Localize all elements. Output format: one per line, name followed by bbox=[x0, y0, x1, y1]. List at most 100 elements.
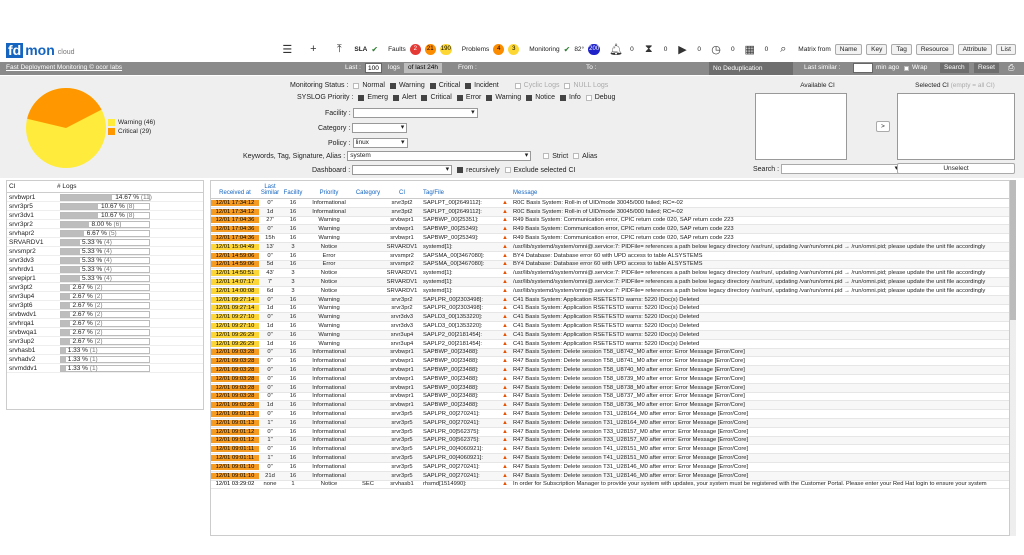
log-row[interactable]: 12/01 09:03:28 0" 16 Informational srvbwpr1 S… bbox=[211, 357, 1009, 367]
problems-label[interactable]: Problems bbox=[462, 46, 489, 53]
wrap-checkbox[interactable] bbox=[904, 66, 909, 71]
syslog-info-checkbox[interactable] bbox=[560, 94, 567, 101]
ci-stats-row[interactable]: srvhrdv1 5.33 % (4) bbox=[7, 265, 203, 274]
ci-stats-row[interactable]: srvr3pr5 10.67 % (8) bbox=[7, 202, 203, 211]
matrix-resource-button[interactable]: Resource bbox=[915, 43, 954, 55]
log-row[interactable]: 12/01 09:03:28 1d 16 Informational srvbwpr1 S… bbox=[211, 401, 1009, 411]
search-icon[interactable]: ⌕ bbox=[777, 43, 789, 56]
ci-stats-row[interactable]: srvr3dv1 10.67 % (8) bbox=[7, 211, 203, 220]
ci-stats-row[interactable]: srvhrqa1 2.67 % (2) bbox=[7, 319, 203, 328]
matrix-key-button[interactable]: Key bbox=[866, 43, 888, 55]
log-row[interactable]: 12/01 09:01:13 1" 16 Informational srvr3pr5 S… bbox=[211, 418, 1009, 428]
log-row[interactable]: 12/01 17:04:36 27' 16 Warning srvbwpr1 SAPBWP… bbox=[211, 217, 1009, 226]
faults-major-badge[interactable]: 21 bbox=[424, 43, 436, 55]
log-row[interactable]: 12/01 14:59:06 5d 16 Error srvsmpr2 SAPSMA_00… bbox=[211, 260, 1009, 270]
scrollbar-thumb[interactable] bbox=[1010, 180, 1016, 320]
log-row[interactable]: 12/01 09:27:14 1d 16 Warning srvr3pr2 SAPLPR_… bbox=[211, 305, 1009, 314]
reset-button[interactable]: Reset bbox=[974, 63, 999, 73]
col-last-similar[interactable]: Last Similar bbox=[259, 184, 281, 196]
faults-label[interactable]: Faults bbox=[388, 46, 406, 53]
syslog-emerg-checkbox[interactable] bbox=[358, 94, 365, 101]
syslog-critical-checkbox[interactable] bbox=[421, 94, 428, 101]
play-icon[interactable]: ▶ bbox=[676, 43, 688, 56]
ci-stats-row[interactable]: SRVARDV1 5.33 % (4) bbox=[7, 238, 203, 247]
status-normal-checkbox[interactable] bbox=[353, 82, 360, 89]
upload-icon[interactable]: ⤒ bbox=[333, 43, 345, 56]
syslog-notice-checkbox[interactable] bbox=[526, 94, 533, 101]
bell-icon[interactable]: 🔔︎ bbox=[609, 43, 623, 56]
ci-stats-row[interactable]: srvr3dv3 5.33 % (4) bbox=[7, 256, 203, 265]
ci-stats-row[interactable]: srvr3up2 2.67 % (2) bbox=[7, 337, 203, 346]
hourglass-icon[interactable]: ⧗ bbox=[643, 43, 655, 56]
ci-search-input[interactable] bbox=[781, 164, 902, 174]
status-incident-checkbox[interactable] bbox=[465, 82, 472, 89]
keywords-input[interactable]: system bbox=[347, 151, 532, 161]
category-select[interactable] bbox=[352, 123, 408, 133]
app-logo[interactable]: fd mon cloud bbox=[6, 42, 75, 58]
matrix-name-button[interactable]: Name bbox=[834, 43, 863, 55]
log-row[interactable]: 12/01 09:01:10 0" 16 Informational srvr3pr5 S… bbox=[211, 463, 1009, 472]
log-row[interactable]: 12/01 09:03:28 0" 16 Informational srvbwpr1 S… bbox=[211, 375, 1009, 384]
print-icon[interactable]: ⎙ bbox=[1008, 63, 1014, 73]
log-row[interactable]: 12/01 09:27:14 0" 16 Warning srvr3pr2 SAPLPR_… bbox=[211, 295, 1009, 305]
col-tag-file[interactable]: Tag/File bbox=[421, 190, 499, 196]
last-count-input[interactable]: 100 bbox=[365, 63, 382, 73]
log-row[interactable]: 12/01 17:04:36 15h 16 Warning srvbwpr1 SAPBWP… bbox=[211, 234, 1009, 243]
matrix-tag-button[interactable]: Tag bbox=[891, 43, 912, 55]
ci-stats-row[interactable]: srvhadv2 1.33 % (1) bbox=[7, 355, 203, 364]
monitoring-label[interactable]: Monitoring bbox=[529, 46, 559, 53]
to-label[interactable]: To : bbox=[586, 64, 596, 71]
problems-major-badge[interactable]: 4 bbox=[493, 43, 505, 55]
ci-stats-row[interactable]: srvr3pt2 2.67 % (2) bbox=[7, 283, 203, 292]
cyclic-logs-checkbox[interactable] bbox=[514, 82, 521, 89]
col-received[interactable]: Received at bbox=[211, 190, 259, 196]
ci-stats-row[interactable]: srvr3up4 2.67 % (2) bbox=[7, 292, 203, 301]
log-row[interactable]: 12/01 09:01:12 0" 16 Informational srvr3pr5 S… bbox=[211, 428, 1009, 437]
null-logs-checkbox[interactable] bbox=[564, 82, 571, 89]
add-icon[interactable]: + bbox=[307, 43, 319, 55]
syslog-debug-checkbox[interactable] bbox=[585, 94, 592, 101]
matrix-list-button[interactable]: List bbox=[995, 43, 1016, 55]
available-ci-list[interactable] bbox=[755, 93, 847, 160]
clock-icon[interactable]: ◷ bbox=[710, 43, 722, 56]
col-category[interactable]: Category bbox=[353, 190, 383, 196]
ci-stats-row[interactable]: srvhasb1 1.33 % (1) bbox=[7, 346, 203, 355]
log-row[interactable]: 12/01 09:03:28 0" 16 Informational srvbwpr1 S… bbox=[211, 366, 1009, 375]
faults-minor-badge[interactable]: 190 bbox=[439, 43, 452, 55]
col-priority[interactable]: Priority bbox=[305, 190, 353, 196]
monitoring-count-badge[interactable]: 200 bbox=[588, 43, 601, 55]
syslog-alert-checkbox[interactable] bbox=[393, 94, 400, 101]
alias-checkbox[interactable] bbox=[573, 153, 580, 159]
log-row[interactable]: 12/01 09:26:29 1d 16 Warning srvr3up4 SAPLP2_… bbox=[211, 340, 1009, 349]
log-row[interactable]: 12/01 17:34:12 1d 16 Informational srvr3pt2 S… bbox=[211, 207, 1009, 217]
selected-ci-list[interactable] bbox=[897, 93, 1015, 160]
log-row[interactable]: 12/01 17:34:12 0" 16 Informational srvr3pt2 S… bbox=[211, 199, 1009, 208]
log-row[interactable]: 12/01 09:27:10 1d 16 Warning srvr3dv3 SAPLD3_… bbox=[211, 322, 1009, 331]
log-row[interactable]: 12/01 14:50:51 43' 3 Notice SRVARDV1 systemd[… bbox=[211, 269, 1009, 279]
log-row[interactable]: 12/01 14:00:08 6d 3 Notice SRVARDV1 systemd[1… bbox=[211, 287, 1009, 296]
from-label[interactable]: From : bbox=[458, 64, 477, 71]
deduplication-select[interactable]: No Deduplication bbox=[709, 62, 793, 75]
calendar-icon[interactable]: ▦ bbox=[744, 43, 756, 56]
exclude-ci-checkbox[interactable] bbox=[504, 167, 511, 173]
matrix-attribute-button[interactable]: Attribute bbox=[957, 43, 992, 55]
ci-stats-row[interactable]: srvr3pt6 2.67 % (2) bbox=[7, 301, 203, 310]
recursively-checkbox[interactable] bbox=[457, 167, 464, 173]
log-row[interactable]: 12/01 09:01:11 1" 16 Informational srvr3pr5 S… bbox=[211, 454, 1009, 463]
ci-stats-row[interactable]: srvhapr2 6.67 % (5) bbox=[7, 229, 203, 238]
facility-select[interactable] bbox=[352, 108, 478, 118]
log-row[interactable]: 12/01 09:01:12 1" 16 Informational srvr3pr5 S… bbox=[211, 436, 1009, 446]
sla-label[interactable]: SLA bbox=[354, 46, 367, 53]
log-row[interactable]: 12/01 09:01:11 0" 16 Informational srvr3pr5 S… bbox=[211, 445, 1009, 455]
log-row[interactable]: 12/01 09:27:10 0" 16 Warning srvr3dv3 SAPLD3_… bbox=[211, 313, 1009, 323]
ci-stats-row[interactable]: srvsmpr2 5.33 % (4) bbox=[7, 247, 203, 256]
last-similar-input[interactable] bbox=[853, 63, 873, 73]
log-row[interactable]: 12/01 09:26:29 0" 16 Warning srvr3up4 SAPLP2_… bbox=[211, 330, 1009, 340]
log-row[interactable]: 12/01 09:03:28 0" 16 Informational srvbwpr1 S… bbox=[211, 383, 1009, 393]
unselect-button[interactable]: Unselect bbox=[897, 163, 1015, 174]
status-warning-checkbox[interactable] bbox=[389, 82, 396, 89]
log-row[interactable]: 12/01 14:59:06 0" 16 Error srvsmpr2 SAPSMA_00… bbox=[211, 252, 1009, 261]
col-facility[interactable]: Facility bbox=[281, 190, 305, 196]
log-row[interactable]: 12/01 17:04:36 0" 16 Warning srvbwpr1 SAPBWP_… bbox=[211, 225, 1009, 235]
ci-stats-row[interactable]: srvepipr1 5.33 % (4) bbox=[7, 274, 203, 283]
